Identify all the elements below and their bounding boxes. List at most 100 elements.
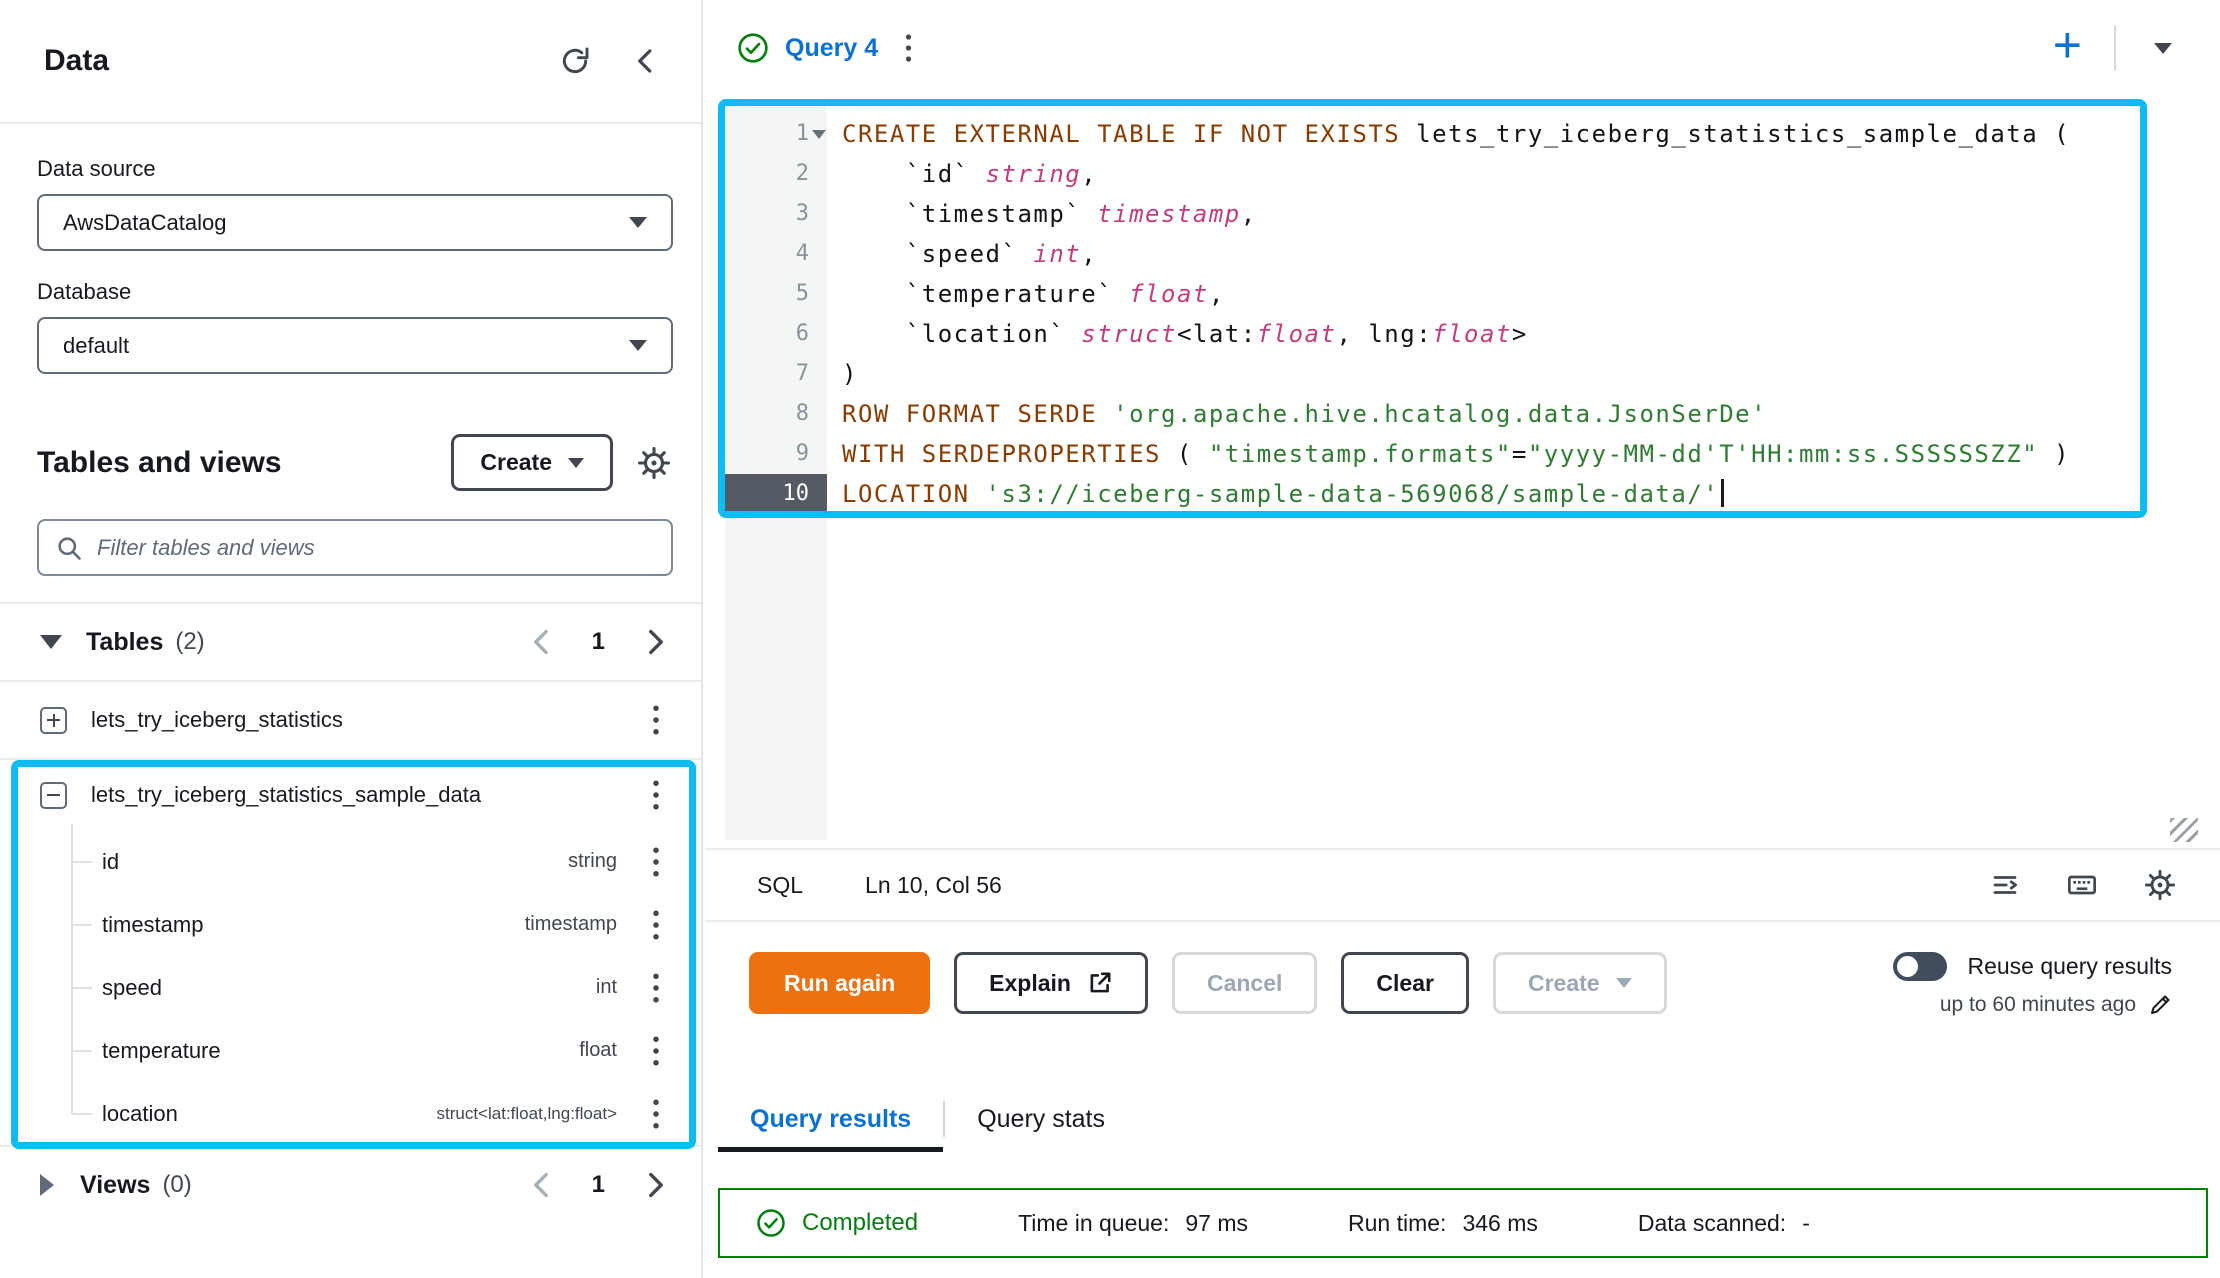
next-page-button[interactable] <box>645 629 667 655</box>
data-settings-button[interactable] <box>637 446 671 480</box>
stat-run-time: Run time: 346 ms <box>1348 1210 1538 1237</box>
line-number[interactable]: 3 <box>725 194 827 234</box>
kebab-icon <box>651 704 661 736</box>
reuse-results-toggle[interactable] <box>1893 952 1947 981</box>
collapse-table-icon[interactable] <box>40 782 67 809</box>
create-button[interactable]: Create <box>451 434 613 491</box>
views-section-row[interactable]: Views (0) 1 <box>0 1147 701 1223</box>
fold-caret-icon[interactable] <box>812 130 826 139</box>
cursor-position: Ln 10, Col 56 <box>865 872 1002 899</box>
data-source-select[interactable]: AwsDataCatalog <box>37 194 673 251</box>
code-line[interactable]: `id` string, <box>842 154 2136 194</box>
line-number[interactable]: 10 <box>725 474 827 514</box>
code-line[interactable]: `timestamp` timestamp, <box>842 194 2136 234</box>
chevron-right-icon <box>645 629 667 655</box>
column-menu-button[interactable] <box>645 1035 667 1067</box>
column-row[interactable]: temperature float <box>0 1019 701 1082</box>
column-row[interactable]: speed int <box>0 956 701 1019</box>
column-menu-button[interactable] <box>645 846 667 878</box>
status-completed: Completed <box>802 1209 918 1237</box>
line-number[interactable]: 6 <box>725 314 827 354</box>
kebab-icon <box>651 1035 661 1067</box>
code-line[interactable]: `location` struct<lat:float, lng:float> <box>842 314 2136 354</box>
column-row[interactable]: location struct<lat:float,lng:float> <box>0 1082 701 1145</box>
run-again-button[interactable]: Run again <box>749 952 930 1014</box>
chevron-down-icon <box>1616 978 1632 988</box>
line-number[interactable]: 9 <box>725 434 827 474</box>
column-row[interactable]: timestamp timestamp <box>0 893 701 956</box>
edit-reuse-duration-button[interactable] <box>2148 993 2172 1017</box>
line-number[interactable]: 8 <box>725 394 827 434</box>
refresh-button[interactable] <box>559 45 591 77</box>
code-token: <lat: <box>1177 320 1257 348</box>
code-token: "timestamp.formats" <box>1209 440 1512 468</box>
tab-query-stats[interactable]: Query stats <box>945 1086 1137 1152</box>
editor-settings-button[interactable] <box>2144 869 2176 901</box>
collapse-panel-button[interactable] <box>631 46 661 76</box>
sql-editor[interactable]: 12345678910 CREATE EXTERNAL TABLE IF NOT… <box>705 96 2220 848</box>
query-status-bar: Completed Time in queue: 97 ms Run time:… <box>718 1188 2208 1258</box>
table-menu-button[interactable] <box>645 779 667 811</box>
code-token: float <box>1432 320 1512 348</box>
explain-button[interactable]: Explain <box>954 952 1148 1014</box>
cancel-button[interactable]: Cancel <box>1172 952 1317 1014</box>
clear-button[interactable]: Clear <box>1341 952 1469 1014</box>
query-tabbar: Query 4 + <box>705 0 2220 96</box>
table-menu-button[interactable] <box>645 704 667 736</box>
stat-data-scanned: Data scanned: - <box>1638 1210 1810 1237</box>
column-menu-button[interactable] <box>645 972 667 1004</box>
code-line[interactable]: LOCATION 's3://iceberg-sample-data-56906… <box>842 474 2136 514</box>
code-line[interactable]: CREATE EXTERNAL TABLE IF NOT EXISTS lets… <box>842 114 2136 154</box>
table-row[interactable]: lets_try_iceberg_statistics_sample_data <box>0 760 701 830</box>
keyboard-shortcuts-button[interactable] <box>2066 869 2098 901</box>
table-row[interactable]: lets_try_iceberg_statistics <box>0 682 701 758</box>
editor-language: SQL <box>757 872 803 899</box>
format-query-button[interactable] <box>1990 870 2020 900</box>
prev-page-button[interactable] <box>530 629 552 655</box>
tables-section-row[interactable]: Tables (2) 1 <box>0 604 701 680</box>
tables-views-header: Tables and views Create <box>0 374 701 519</box>
code-token: , lng: <box>1336 320 1432 348</box>
create-label: Create <box>1528 970 1600 997</box>
prev-page-button[interactable] <box>530 1172 552 1198</box>
filter-tables-input[interactable] <box>95 534 655 562</box>
code-token: , <box>1209 280 1225 308</box>
data-panel-header: Data <box>0 0 701 122</box>
page-number: 1 <box>592 1171 605 1199</box>
code-token: , <box>1081 160 1097 188</box>
column-menu-button[interactable] <box>645 909 667 941</box>
expand-table-icon[interactable] <box>40 707 67 734</box>
code-line[interactable]: ROW FORMAT SERDE 'org.apache.hive.hcatal… <box>842 394 2136 434</box>
panel-title: Data <box>44 44 559 78</box>
database-label: Database <box>37 279 671 305</box>
code-line[interactable]: ) <box>842 354 2136 394</box>
code-line[interactable]: `speed` int, <box>842 234 2136 274</box>
kebab-icon <box>651 846 661 878</box>
line-number[interactable]: 2 <box>725 154 827 194</box>
data-source-label: Data source <box>37 156 671 182</box>
code-token: WITH SERDEPROPERTIES <box>842 440 1161 468</box>
line-number[interactable]: 7 <box>725 354 827 394</box>
editor-code[interactable]: CREATE EXTERNAL TABLE IF NOT EXISTS lets… <box>842 114 2136 514</box>
query-tab-menu-button[interactable] <box>898 33 919 63</box>
next-page-button[interactable] <box>645 1172 667 1198</box>
database-select[interactable]: default <box>37 317 673 374</box>
tab-query-4[interactable]: Query 4 <box>737 32 919 64</box>
line-number[interactable]: 1 <box>725 114 827 154</box>
tab-query-results[interactable]: Query results <box>718 1086 943 1152</box>
code-line[interactable]: WITH SERDEPROPERTIES ( "timestamp.format… <box>842 434 2136 474</box>
new-query-tab-button[interactable]: + <box>2025 20 2110 76</box>
code-line[interactable]: `temperature` float, <box>842 274 2136 314</box>
create-dropdown-button[interactable]: Create <box>1493 952 1667 1014</box>
filter-tables-field <box>37 519 673 576</box>
line-number[interactable]: 4 <box>725 234 827 274</box>
tab-list-dropdown-button[interactable] <box>2132 29 2194 68</box>
text-cursor <box>1721 479 1724 507</box>
create-button-label: Create <box>480 449 552 476</box>
check-circle-icon <box>756 1208 786 1238</box>
editor-resize-handle[interactable] <box>2170 818 2198 842</box>
tables-section-count: (2) <box>175 628 204 656</box>
column-menu-button[interactable] <box>645 1098 667 1130</box>
line-number[interactable]: 5 <box>725 274 827 314</box>
column-row[interactable]: id string <box>0 830 701 893</box>
